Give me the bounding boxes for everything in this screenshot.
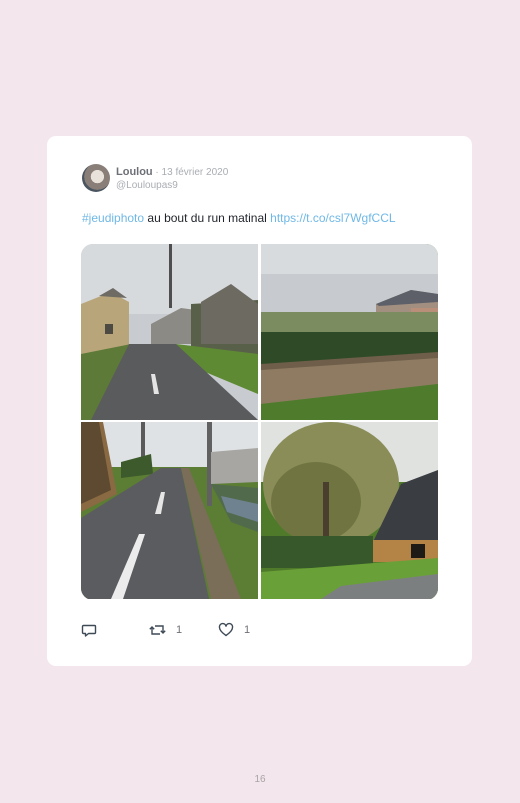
photo-willow-and-barn[interactable] <box>261 422 438 599</box>
author-handle[interactable]: @Louloupas9 <box>116 180 178 192</box>
retweet-icon[interactable] <box>149 622 166 638</box>
reply-action[interactable] <box>81 620 107 640</box>
reply-icon[interactable] <box>81 622 97 638</box>
tweet-body-text: au bout du run matinal <box>144 211 271 225</box>
hashtag-link[interactable]: #jeudiphoto <box>82 211 144 225</box>
tweet-date[interactable]: 13 février 2020 <box>162 167 229 178</box>
avatar[interactable] <box>82 164 110 192</box>
tweet-card: Loulou · 13 février 2020 @Louloupas9 #je… <box>47 136 472 666</box>
tweet-author: Loulou · 13 février 2020 <box>116 166 228 179</box>
tweet-actions: 1 1 <box>81 620 461 640</box>
tweet-text: #jeudiphoto au bout du run matinal https… <box>82 211 396 226</box>
retweet-action[interactable]: 1 <box>149 620 182 640</box>
retweet-count: 1 <box>176 624 183 636</box>
tweet-url-link[interactable]: https://t.co/csl7WgfCCL <box>270 211 395 225</box>
author-name[interactable]: Loulou <box>116 166 153 178</box>
page-number: 16 <box>254 774 266 785</box>
like-count: 1 <box>244 624 251 636</box>
photo-grid <box>81 244 438 600</box>
like-action[interactable]: 1 <box>218 620 250 640</box>
photo-road-with-stream[interactable] <box>81 422 258 599</box>
heart-icon[interactable] <box>218 622 234 638</box>
photo-field-and-houses[interactable] <box>261 244 438 420</box>
photo-village-road[interactable] <box>81 244 258 420</box>
meta-separator: · <box>152 167 162 178</box>
